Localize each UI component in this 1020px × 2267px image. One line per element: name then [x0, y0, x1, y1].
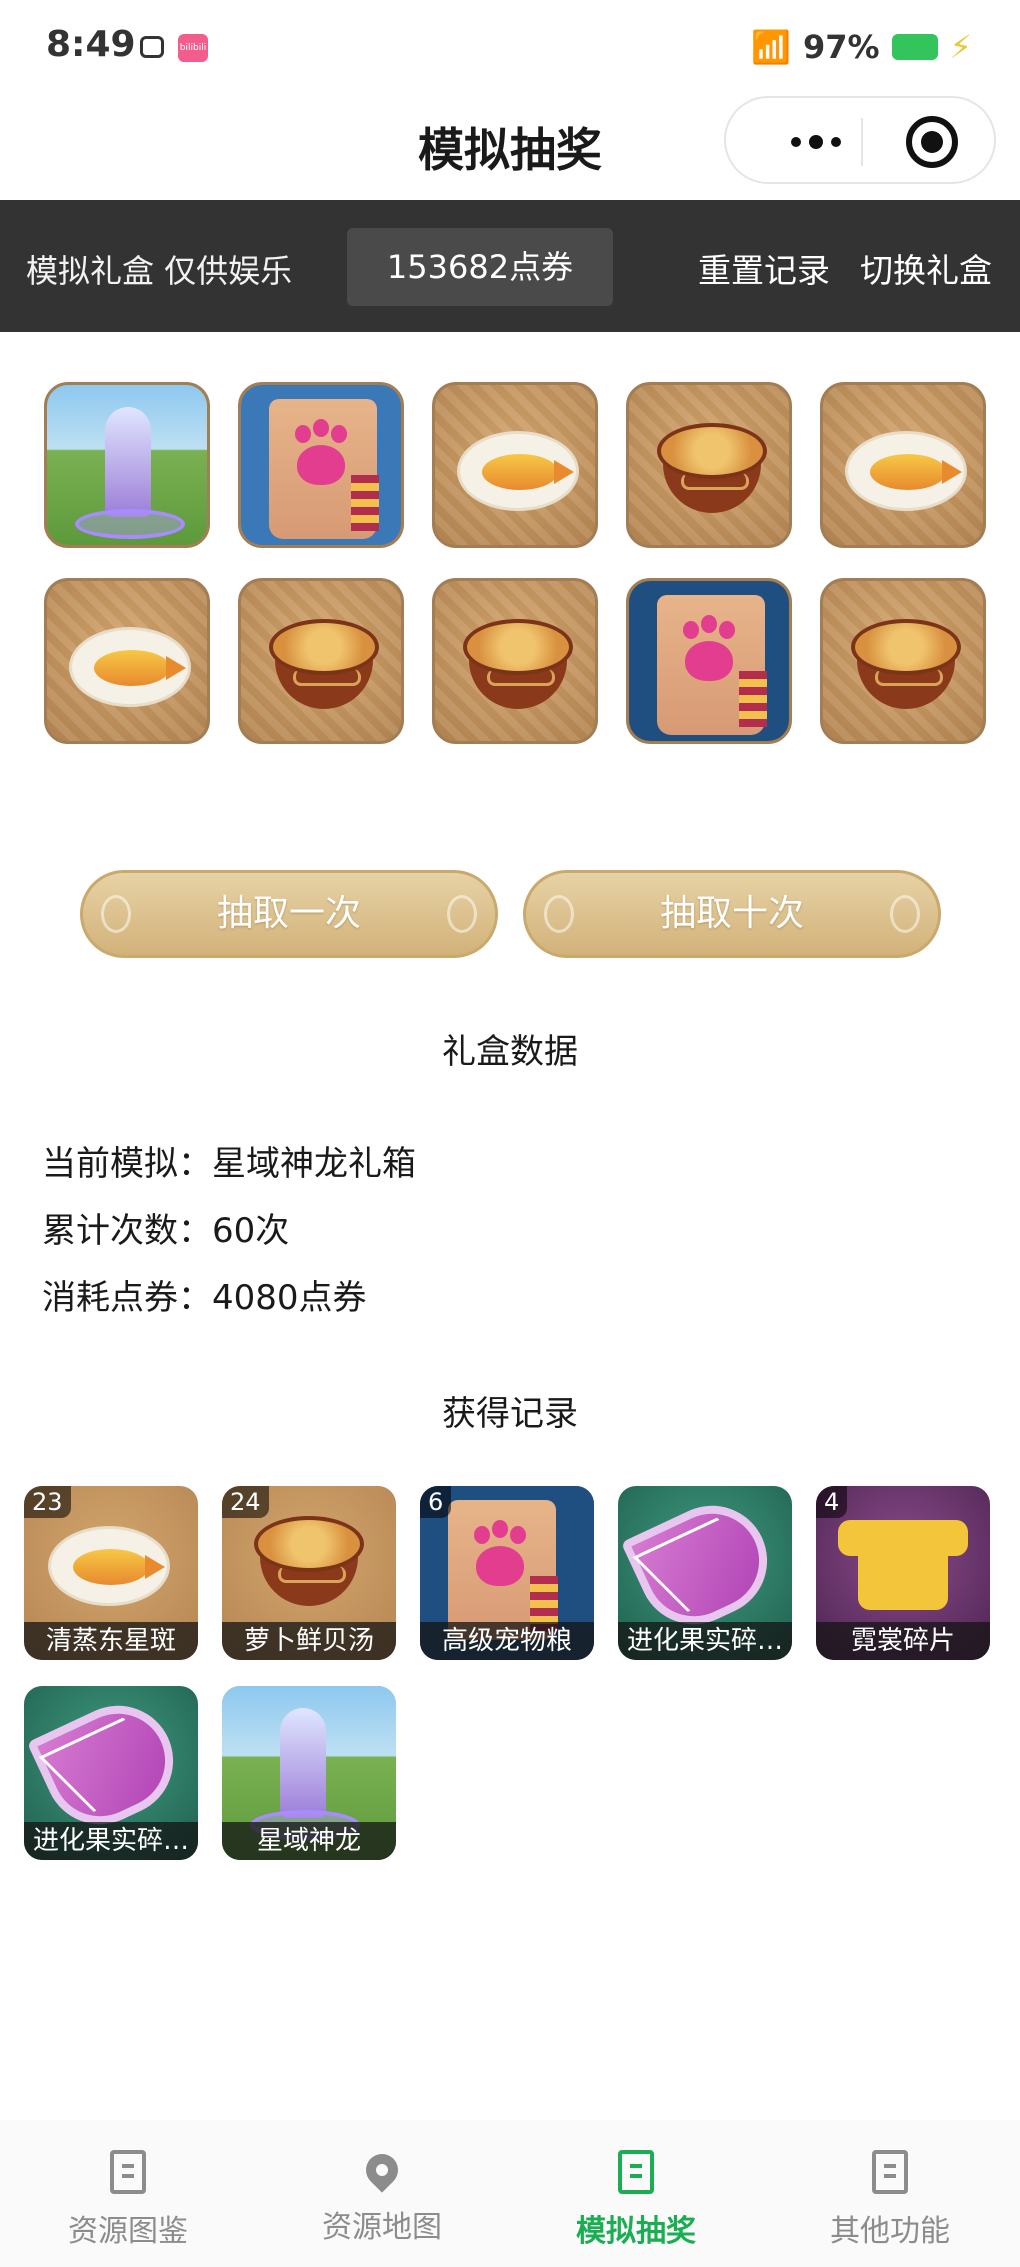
current-sim-value: 星域神龙礼箱 [212, 1144, 416, 1184]
wifi-icon: 📶 [751, 28, 791, 66]
bottom-tab-bar: 资源图鉴 资源地图 模拟抽奖 其他功能 [0, 2120, 1020, 2267]
coin-cost-value: 4080点券 [212, 1278, 367, 1318]
catalog-icon [110, 2150, 146, 2194]
ornament-icon [101, 895, 131, 933]
draw-once-button[interactable]: 抽取一次 [80, 870, 498, 958]
record-name: 星域神龙 [222, 1822, 396, 1860]
entertainment-notice: 模拟礼盒 仅供娱乐 [26, 252, 293, 290]
capsule-divider [861, 118, 863, 166]
shirt-icon [838, 1520, 968, 1610]
record-name: 进化果实碎… [24, 1822, 198, 1860]
records-grid: 23 清蒸东星斑 24 萝卜鲜贝汤 6 高级宠物粮 进化果实碎… 4 霓裳碎片 … [24, 1486, 1004, 1860]
coin-cost-label: 消耗点券： [42, 1278, 212, 1318]
record-count: 4 [816, 1486, 848, 1518]
battery-percent: 97% [802, 28, 880, 66]
item-tile-pet-food [238, 382, 404, 548]
record-item[interactable]: 24 萝卜鲜贝汤 [222, 1486, 396, 1660]
status-bar: 8:49 bilibili 📶 97% ⚡ [0, 0, 1020, 96]
ornament-icon [890, 895, 920, 933]
ornament-icon [544, 895, 574, 933]
current-sim-row: 当前模拟：星域神龙礼箱 [42, 1136, 416, 1185]
status-time: 8:49 [46, 24, 136, 65]
miniprogram-capsule [724, 96, 996, 184]
tab-other-features[interactable]: 其他功能 [790, 2150, 990, 2250]
draw-ten-label: 抽取十次 [659, 893, 804, 934]
record-name: 萝卜鲜贝汤 [222, 1622, 396, 1660]
lottery-icon [618, 2150, 654, 2194]
item-tile-dragon [44, 382, 210, 548]
tab-resource-catalog[interactable]: 资源图鉴 [28, 2150, 228, 2250]
tab-label: 资源地图 [322, 2210, 442, 2245]
draw-count-label: 累计次数： [42, 1211, 212, 1251]
charging-icon: ⚡ [949, 28, 972, 66]
item-tile-soup [820, 578, 986, 744]
item-tile-soup [432, 578, 598, 744]
current-sim-label: 当前模拟： [42, 1144, 212, 1184]
ornament-icon [447, 895, 477, 933]
item-tile-fish [44, 578, 210, 744]
reset-record-button[interactable]: 重置记录 [698, 244, 830, 292]
more-menu-icon[interactable] [766, 122, 866, 162]
stats-title: 礼盒数据 [442, 1032, 578, 1072]
switch-box-button[interactable]: 切换礼盒 [860, 244, 992, 292]
record-item[interactable]: 进化果实碎… [618, 1486, 792, 1660]
tab-resource-map[interactable]: 资源地图 [282, 2147, 482, 2246]
record-name: 清蒸东星斑 [24, 1622, 198, 1660]
record-item[interactable]: 进化果实碎… [24, 1686, 198, 1860]
record-item[interactable]: 4 霓裳碎片 [816, 1486, 990, 1660]
draw-result-grid [44, 382, 988, 744]
record-count: 23 [24, 1486, 71, 1518]
record-name: 高级宠物粮 [420, 1622, 594, 1660]
record-item[interactable]: 星域神龙 [222, 1686, 396, 1860]
bilibili-icon: bilibili [178, 34, 208, 62]
fruit-fragment-icon [26, 1687, 192, 1843]
draw-ten-button[interactable]: 抽取十次 [523, 870, 941, 958]
draw-count-value: 60次 [212, 1211, 290, 1251]
tab-lottery-sim[interactable]: 模拟抽奖 [536, 2150, 736, 2250]
battery-icon [891, 34, 938, 60]
draw-once-label: 抽取一次 [216, 893, 361, 934]
record-item[interactable]: 23 清蒸东星斑 [24, 1486, 198, 1660]
close-target-icon[interactable] [906, 116, 958, 168]
record-name: 霓裳碎片 [816, 1622, 990, 1660]
gift-box-toolbar: 模拟礼盒 仅供娱乐 153682点券 重置记录 切换礼盒 [0, 200, 1020, 332]
record-count: 6 [420, 1486, 452, 1518]
status-right: 📶 97% ⚡ [751, 28, 972, 66]
map-pin-icon [359, 2147, 405, 2193]
item-tile-soup [626, 382, 792, 548]
tv-icon [140, 36, 164, 58]
item-tile-pet-food [626, 578, 792, 744]
record-count: 24 [222, 1486, 269, 1518]
coin-cost-row: 消耗点券：4080点券 [42, 1270, 367, 1319]
tab-label: 其他功能 [830, 2214, 950, 2249]
record-item[interactable]: 6 高级宠物粮 [420, 1486, 594, 1660]
record-name: 进化果实碎… [618, 1622, 792, 1660]
item-tile-fish [432, 382, 598, 548]
item-tile-soup [238, 578, 404, 744]
records-title: 获得记录 [442, 1394, 578, 1434]
coin-balance: 153682点券 [347, 228, 613, 306]
tab-label: 模拟抽奖 [576, 2214, 696, 2249]
draw-count-row: 累计次数：60次 [42, 1203, 289, 1252]
tab-label: 资源图鉴 [68, 2214, 188, 2249]
features-icon [872, 2150, 908, 2194]
item-tile-fish [820, 382, 986, 548]
fruit-fragment-icon [620, 1487, 786, 1643]
title-bar: 模拟抽奖 [0, 96, 1020, 200]
